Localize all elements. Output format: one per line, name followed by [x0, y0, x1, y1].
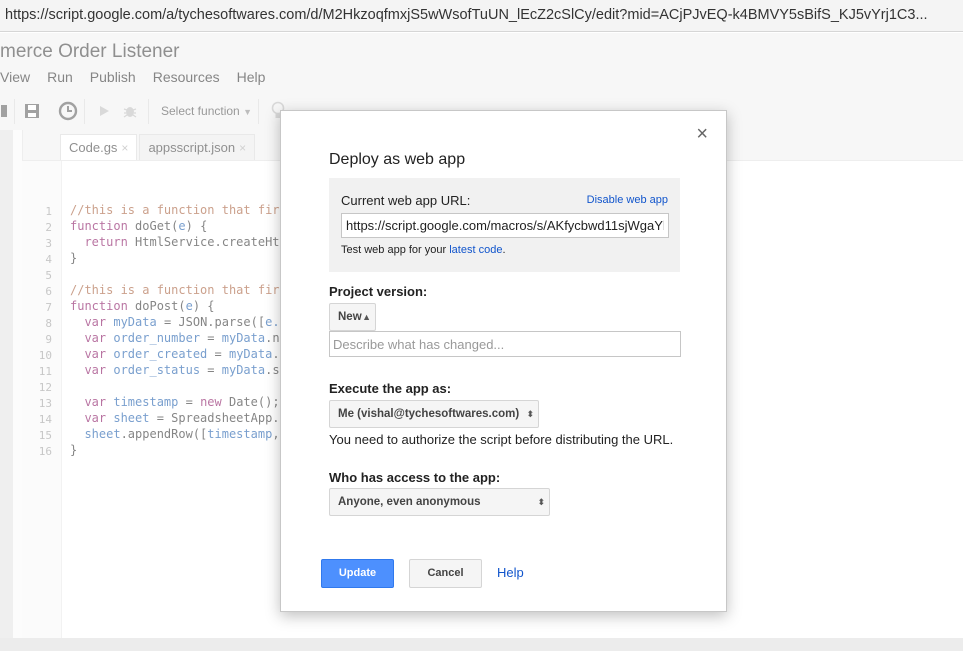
access-select[interactable]: Anyone, even anonymous ⬍ [329, 488, 550, 516]
update-button[interactable]: Update [321, 559, 394, 588]
current-url-panel: Current web app URL: Disable web app Tes… [329, 178, 680, 272]
access-label: Who has access to the app: [329, 470, 501, 485]
deploy-web-app-dialog: × Deploy as web app Current web app URL:… [280, 110, 727, 612]
cancel-button[interactable]: Cancel [409, 559, 482, 588]
close-icon[interactable]: × [696, 124, 708, 144]
version-description-input[interactable] [329, 331, 681, 357]
execute-as-select[interactable]: Me (vishal@tychesoftwares.com) ⬍ [329, 400, 539, 428]
current-url-field[interactable] [341, 213, 669, 238]
authorize-note: You need to authorize the script before … [329, 432, 674, 447]
execute-as-label: Execute the app as: [329, 381, 452, 396]
latest-code-link[interactable]: latest code [449, 244, 502, 256]
disable-web-app-link[interactable]: Disable web app [587, 194, 668, 206]
project-version-label: Project version: [329, 284, 428, 299]
browser-address-bar[interactable]: https://script.google.com/a/tychesoftwar… [0, 0, 963, 32]
select-arrows-icon: ⬍ [526, 409, 533, 419]
select-arrows-icon: ⬍ [537, 497, 544, 507]
dialog-title: Deploy as web app [329, 151, 466, 168]
project-version-select[interactable]: New ▲ [329, 303, 376, 331]
test-web-app-text: Test web app for your latest code. [341, 244, 506, 256]
select-arrows-icon: ▲ [362, 312, 371, 322]
current-url-label: Current web app URL: [341, 193, 471, 208]
help-link[interactable]: Help [497, 565, 524, 580]
